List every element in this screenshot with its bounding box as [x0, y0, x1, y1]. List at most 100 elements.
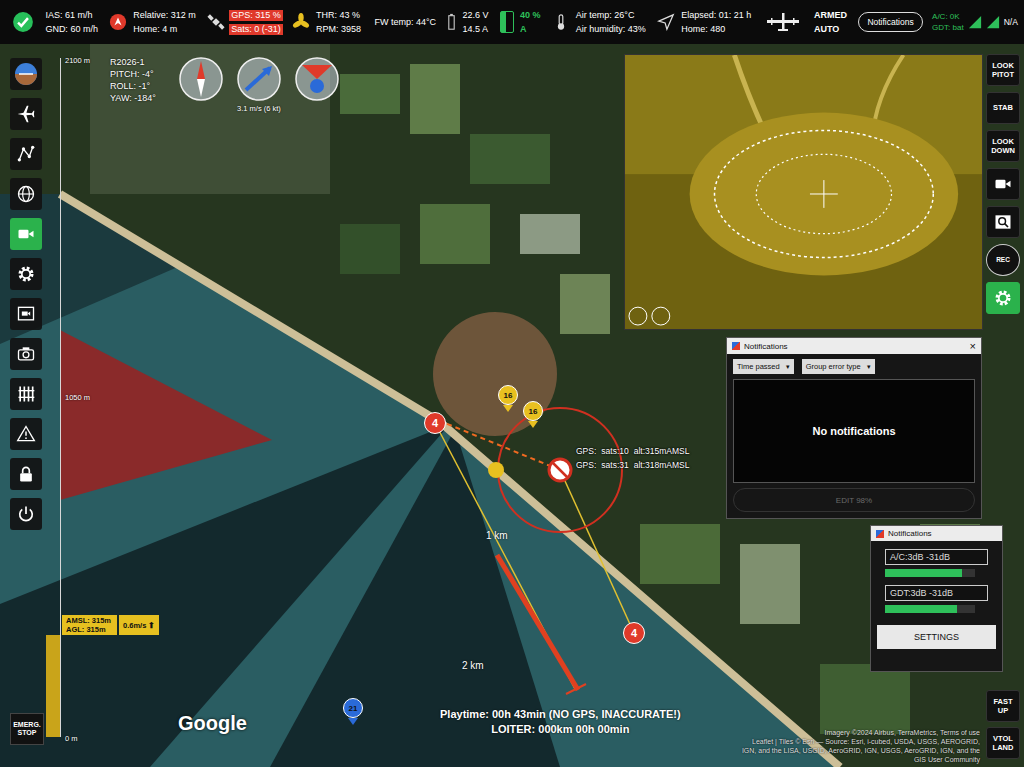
link-bar	[885, 569, 975, 577]
gear-icon	[16, 264, 36, 284]
toolbar-button[interactable]	[10, 258, 42, 290]
camera-control-button[interactable]: LOOK DOWN	[986, 130, 1020, 162]
pin-head: 21	[343, 698, 363, 718]
left-toolbar: EMERG. STOP	[0, 44, 46, 767]
google-logo: Google	[178, 712, 247, 735]
playtime: Playtime: 00h 43min (NO GPS, INACCURATE!…	[440, 708, 681, 720]
pin-head: 16	[498, 385, 518, 405]
camera-control-button[interactable]	[986, 206, 1020, 238]
telemetry-group: FW temp: 44°C	[372, 17, 438, 28]
link-quality-window[interactable]: Notifications A/C:3dB -31dB GDT:3dB -31dB S…	[870, 525, 1003, 672]
camera-control-button[interactable]: STAB	[986, 92, 1020, 124]
toolbar-button[interactable]	[10, 178, 42, 210]
toolbar-button[interactable]	[10, 338, 42, 370]
globe-icon	[16, 184, 36, 204]
link-field[interactable]: GDT:3dB -31dB	[885, 585, 988, 601]
navigation-icon	[657, 13, 675, 31]
flight-action-button[interactable]: VTOL LAND	[986, 727, 1020, 759]
toolbar-button[interactable]	[10, 138, 42, 170]
camera-control-button[interactable]	[986, 168, 1020, 200]
window-title: Notifications	[876, 529, 932, 538]
close-button[interactable]: ×	[970, 341, 976, 351]
settings-button[interactable]: SETTINGS	[877, 625, 996, 649]
pin-stem	[503, 405, 513, 412]
link-status: A/C: 0K GDT: bat N/A	[932, 12, 1018, 32]
telemetry-value: Sats: 0 (-31)	[229, 24, 283, 35]
telemetry-lines: IAS: 61 m/hGND: 60 m/h	[43, 10, 100, 35]
attitude-readout: R2026-1PITCH: -4°ROLL: -1°YAW: -184°	[110, 56, 156, 104]
app-icon	[732, 342, 740, 350]
gps-text: GPS:	[576, 460, 596, 470]
link-na: N/A	[1004, 17, 1018, 27]
telemetry-group: Air temp: 26°CAir humidity: 43%	[552, 10, 648, 35]
link-labels: A/C: 0K GDT: bat	[932, 12, 964, 32]
telemetry-lines: Elapsed: 01: 21 hHome: 480	[679, 10, 753, 35]
telemetry-group	[12, 11, 34, 33]
attribution-line: Leaflet | Tiles © Esri — Source: Esri, i…	[740, 737, 980, 746]
altitude-tag: AMSL: 315mAGL: 315m0.6m/s ⬆	[62, 615, 159, 635]
map-pin[interactable]: 16	[498, 385, 518, 412]
link-label: A/C: 0K	[932, 12, 964, 21]
camera-control-button[interactable]	[986, 282, 1020, 314]
link-label: GDT: bat	[932, 23, 964, 32]
waypoint-marker[interactable]: 4	[424, 412, 446, 434]
link-field[interactable]: A/C:3dB -31dB	[885, 549, 988, 565]
toolbar-button[interactable]	[10, 498, 42, 530]
link-bar	[885, 605, 975, 613]
signal-icon	[986, 15, 1000, 29]
window-body: A/C:3dB -31dB GDT:3dB -31dB SETTINGS	[871, 541, 1002, 657]
sats-text: sats:10	[601, 446, 628, 456]
telemetry-group: Relative: 312 mHome: 4 m	[109, 10, 198, 35]
heading-dial-icon	[294, 56, 340, 102]
telemetry-value: GND: 60 m/h	[43, 24, 100, 35]
link-fill	[885, 569, 962, 577]
toolbar-button[interactable]	[10, 98, 42, 130]
thermometer-icon	[552, 13, 570, 31]
camera-feed[interactable]	[624, 54, 983, 330]
notifications-button[interactable]: Notifications	[858, 12, 922, 32]
telemetry-group: ARMEDAUTO	[812, 10, 849, 35]
dials-row	[178, 56, 340, 102]
filters: Time passed▾ Group error type▾	[733, 359, 975, 374]
route-icon	[16, 144, 36, 164]
camera-control-button[interactable]: REC	[986, 244, 1020, 276]
waypoint-marker[interactable]: 4	[623, 622, 645, 644]
vehicle-id: R2026-1	[110, 56, 156, 68]
map-pin[interactable]: 21	[343, 698, 363, 725]
map-view[interactable]: EMERG. STOP2100 m1050 m0 mAMSL: 315mAGL:…	[0, 44, 1024, 767]
window-title: Notifications	[732, 342, 788, 351]
camera-control-button[interactable]: LOOK PITOT	[986, 54, 1020, 86]
toolbar-button[interactable]	[10, 298, 42, 330]
altitude-scale: 2100 m1050 m0 mAMSL: 315mAGL: 315m0.6m/s…	[46, 44, 64, 767]
app-icon	[876, 530, 884, 538]
plane-icon	[16, 104, 36, 124]
notifications-window[interactable]: Notifications × Time passed▾ Group error ty…	[726, 337, 982, 519]
video-camera-icon	[993, 174, 1013, 194]
photo-camera-icon	[16, 344, 36, 364]
window-body: Time passed▾ Group error type▾ No notifica…	[727, 354, 981, 518]
filter-dropdown[interactable]: Group error type▾	[802, 359, 875, 374]
telemetry-lines: FW temp: 44°C	[372, 17, 438, 28]
distance-ring-label: 2 km	[462, 660, 484, 671]
emergency-stop-button[interactable]: EMERG. STOP	[10, 713, 44, 745]
satellite-icon	[207, 13, 225, 31]
camera-screen-icon	[16, 304, 36, 324]
flight-action-button[interactable]: FAST UP	[986, 690, 1020, 722]
toolbar-button[interactable]	[10, 458, 42, 490]
toolbar-button[interactable]	[10, 418, 42, 450]
telemetry-value: THR: 43 %	[314, 10, 363, 21]
notifications-list: No notifications	[733, 379, 975, 483]
map-pin[interactable]: 16	[523, 401, 543, 428]
filter-dropdown[interactable]: Time passed▾	[733, 359, 794, 374]
toolbar-button[interactable]	[10, 218, 42, 250]
power-cell-icon	[447, 12, 456, 32]
telemetry-value: A	[518, 24, 543, 35]
toolbar-button[interactable]	[10, 378, 42, 410]
telemetry-lines: ARMEDAUTO	[812, 10, 849, 35]
toolbar-button[interactable]	[10, 58, 42, 90]
flight-status: Playtime: 00h 43min (NO GPS, INACCURATE!…	[440, 708, 681, 735]
window-title-bar: Notifications ×	[727, 338, 981, 354]
sats-text: sats:31	[601, 460, 628, 470]
battery-icon	[500, 11, 514, 33]
gps-label: GPS:sats:10alt:315mAMSL	[576, 446, 689, 456]
